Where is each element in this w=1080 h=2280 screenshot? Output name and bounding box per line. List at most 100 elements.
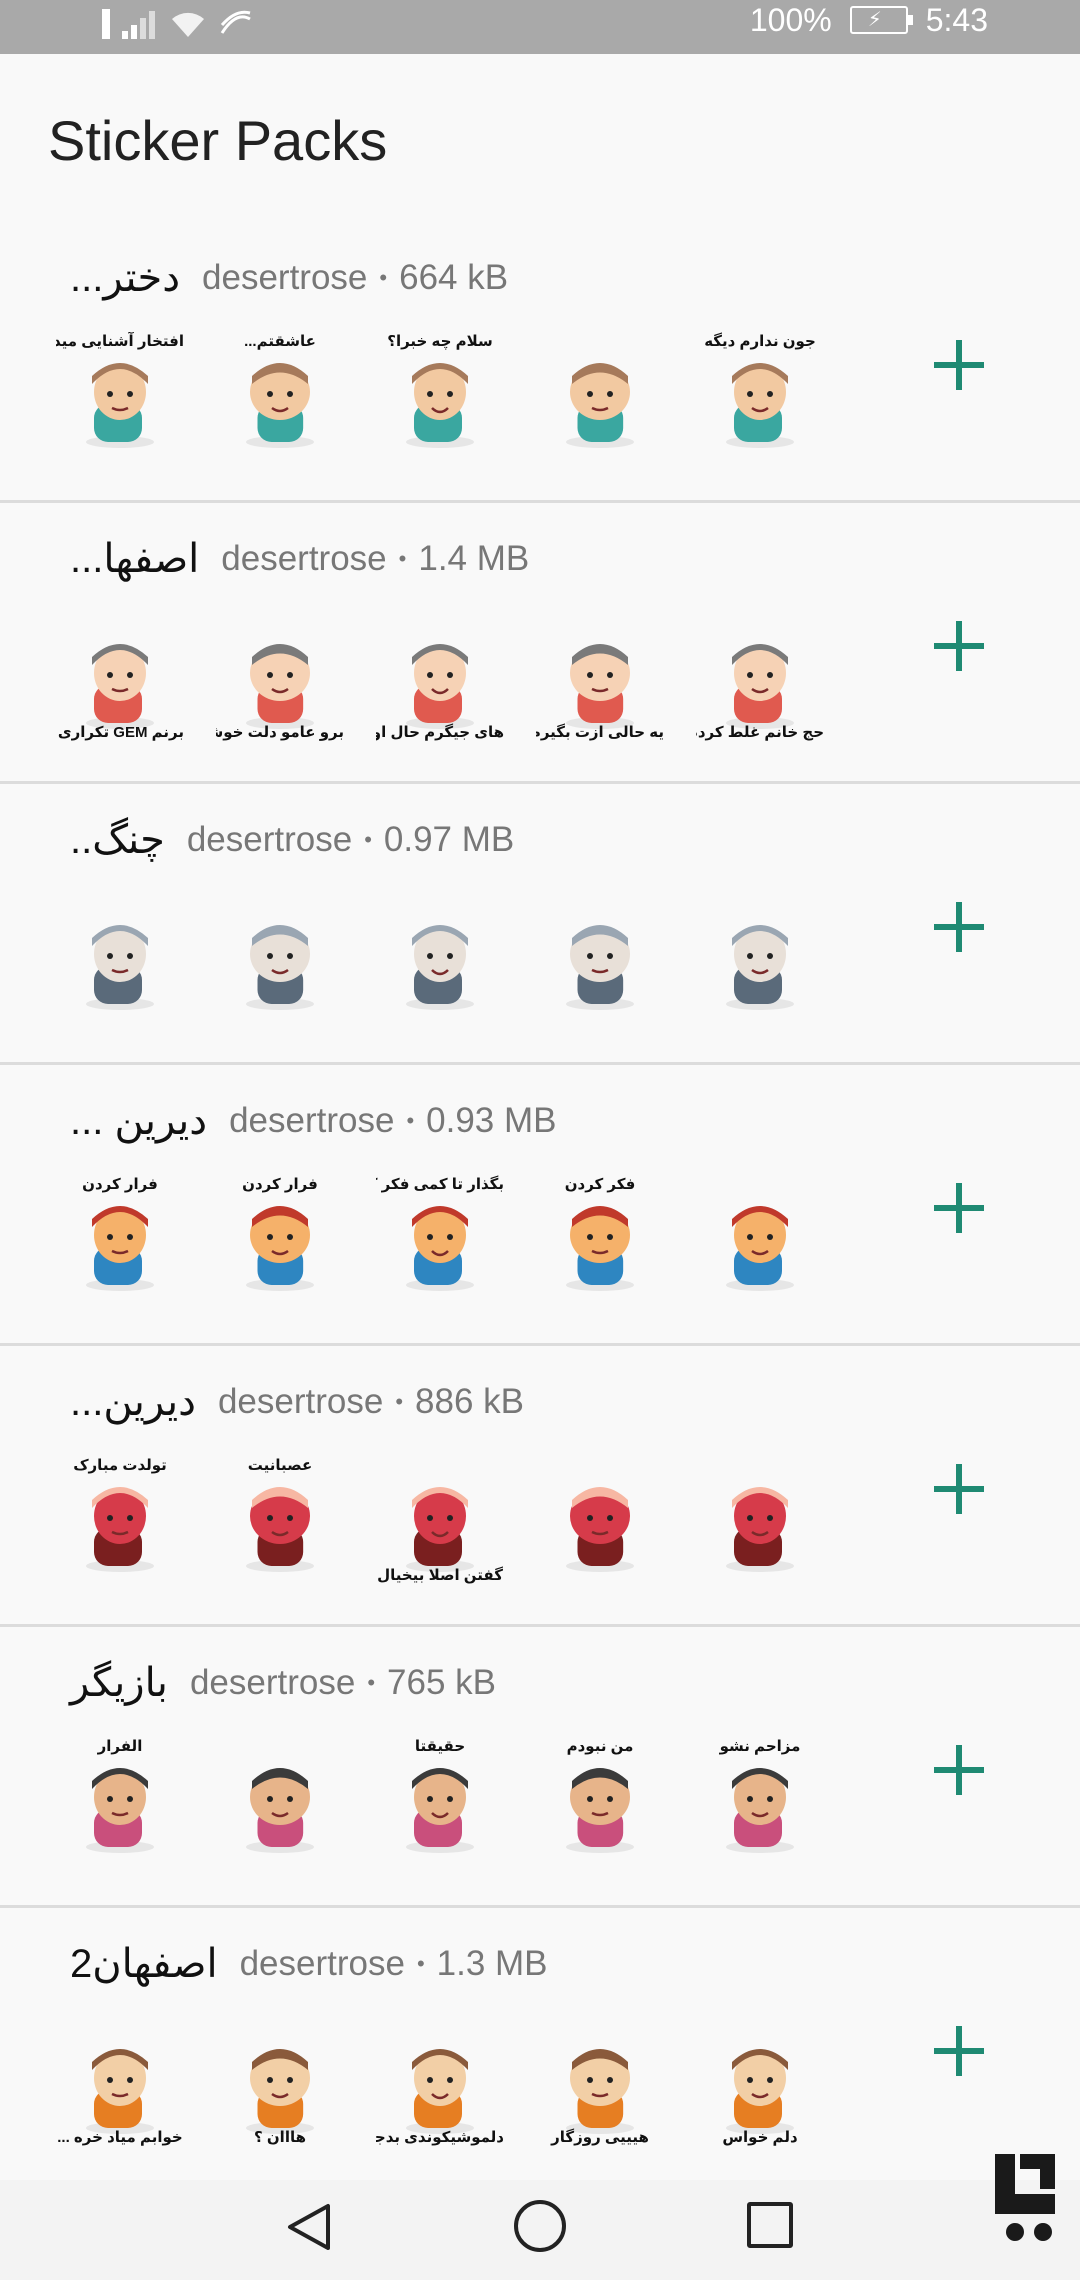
pack-header: چنگ.. desertrose • 0.97 MB: [70, 810, 514, 870]
sticker-caption: مزاحم نشو: [719, 1738, 801, 1755]
separator-dot: •: [379, 265, 388, 290]
sticker-pack-row[interactable]: چنگ.. desertrose • 0.97 MB: [0, 784, 1080, 1065]
sticker-preview[interactable]: تولدت مبارک: [64, 1456, 176, 1586]
sticker-preview[interactable]: گفتن اصلا بیخیال: [377, 1456, 503, 1586]
sticker-caption: الفرار: [97, 1738, 143, 1755]
sticker-preview-row: فرار کردن فرار کردن بگذار تا کمی فکر کنم…: [64, 1175, 816, 1305]
sticker-preview[interactable]: عاشقتم...: [224, 332, 336, 462]
sticker-pack-list: دختر... desertrose • 664 kB افتخار آشنای…: [0, 222, 1080, 2189]
sticker-pack-row[interactable]: دیرین... desertrose • 886 kB تولدت مبارک…: [0, 1346, 1080, 1627]
sticker-caption: تولدت مبارک: [73, 1457, 167, 1474]
sticker-preview[interactable]: های جیگرم حال اومد: [376, 613, 504, 743]
sticker-preview[interactable]: [224, 1737, 336, 1867]
separator-dot: •: [367, 1670, 376, 1695]
sticker-preview[interactable]: [544, 1456, 656, 1586]
sticker-preview[interactable]: مزاحم نشو: [704, 1737, 816, 1867]
pack-meta: desertrose • 1.4 MB: [221, 539, 529, 579]
pack-meta: desertrose • 0.93 MB: [229, 1101, 556, 1141]
pack-header: دیرین ... desertrose • 0.93 MB: [70, 1091, 557, 1151]
home-icon[interactable]: [514, 2200, 566, 2252]
separator-dot: •: [395, 1389, 404, 1414]
separator-dot: •: [416, 1951, 425, 1976]
sticker-preview[interactable]: فرار کردن: [64, 1175, 176, 1305]
sticker-pack-row[interactable]: دیرین ... desertrose • 0.93 MB فرار کردن…: [0, 1065, 1080, 1346]
sticker-pack-row[interactable]: اصفهان2 desertrose • 1.3 MB خوابم میاد خ…: [0, 1908, 1080, 2189]
sticker-preview-row: برنم GEM تکراری قسمتی برو عامو دلت خوشس …: [56, 613, 824, 743]
sticker-preview[interactable]: برو عامو دلت خوشس: [216, 613, 344, 743]
add-pack-plus-icon[interactable]: [934, 621, 984, 671]
add-pack-plus-icon[interactable]: [934, 2026, 984, 2076]
sticker-preview[interactable]: هیییی روزگار: [544, 2018, 656, 2148]
sticker-preview[interactable]: [704, 1175, 816, 1305]
sticker-preview[interactable]: فکر کردن: [544, 1175, 656, 1305]
pack-name: بازیگر: [70, 1661, 168, 1705]
sticker-preview[interactable]: [544, 332, 656, 462]
navigation-bar: [0, 2180, 1080, 2280]
sticker-pack-row[interactable]: اصفها... desertrose • 1.4 MB برنم GEM تک…: [0, 503, 1080, 784]
pack-publisher: desertrose: [217, 1382, 384, 1421]
separator-dot: •: [398, 546, 407, 571]
sticker-preview[interactable]: بگذار تا کمی فکر کنم: [376, 1175, 504, 1305]
back-icon[interactable]: [286, 2202, 332, 2257]
sticker-preview[interactable]: دلم خواس: [704, 2018, 816, 2148]
pack-header: دختر... desertrose • 664 kB: [70, 248, 508, 308]
add-pack-plus-icon[interactable]: [934, 902, 984, 952]
pack-size: 0.93 MB: [426, 1101, 557, 1140]
sticker-preview[interactable]: عصبانیت: [224, 1456, 336, 1586]
add-pack-plus-icon[interactable]: [934, 1464, 984, 1514]
pack-size: 1.4 MB: [418, 539, 530, 578]
signal-icon: [122, 9, 158, 44]
pack-meta: desertrose • 765 kB: [190, 1663, 496, 1703]
sticker-caption: جون ندارم دیگه: [704, 333, 816, 350]
sticker-caption: سلام چه خبرا؟: [387, 333, 493, 350]
sticker-preview[interactable]: دلموشیکوندی بدجور: [376, 2018, 504, 2148]
sticker-preview[interactable]: الفرار: [64, 1737, 176, 1867]
pack-name: اصفها...: [70, 537, 200, 581]
sticker-preview[interactable]: [64, 894, 176, 1024]
sticker-pack-row[interactable]: دختر... desertrose • 664 kB افتخار آشنای…: [0, 222, 1080, 503]
pack-header: اصفها... desertrose • 1.4 MB: [70, 529, 529, 589]
pack-meta: desertrose • 664 kB: [202, 258, 508, 298]
sticker-caption: بگذار تا کمی فکر کنم: [376, 1176, 504, 1193]
sticker-preview[interactable]: [704, 894, 816, 1024]
battery-icon: ⚡: [849, 6, 913, 34]
sticker-preview[interactable]: سلام چه خبرا؟: [384, 332, 496, 462]
add-pack-plus-icon[interactable]: [934, 340, 984, 390]
sticker-preview-row: الفرار حقیقتا من نبودم مزاحم نشو: [64, 1737, 816, 1867]
sticker-preview[interactable]: افتخار آشنایی میدی؟: [56, 332, 184, 462]
sticker-preview[interactable]: برنم GEM تکراری قسمتی: [56, 613, 184, 743]
sticker-caption: حج خانم غلط کردم: [696, 724, 824, 741]
sticker-preview[interactable]: فرار کردن: [224, 1175, 336, 1305]
pack-publisher: desertrose: [221, 539, 387, 578]
pack-publisher: desertrose: [189, 1663, 356, 1702]
nfc-icon: [218, 9, 254, 44]
sticker-preview[interactable]: [544, 894, 656, 1024]
sticker-preview[interactable]: [384, 894, 496, 1024]
sticker-caption: خوابم میاد خره ...: [57, 2129, 183, 2146]
separator-dot: •: [364, 827, 372, 852]
sticker-preview[interactable]: یه حالی ازت بگیرم من: [536, 613, 664, 743]
sticker-preview[interactable]: خوابم میاد خره ...: [57, 2018, 183, 2148]
sticker-caption: افتخار آشنایی میدی؟: [56, 333, 184, 350]
pack-meta: desertrose • 886 kB: [218, 1382, 524, 1422]
sticker-pack-row[interactable]: بازیگر desertrose • 765 kB الفرار حقیقتا: [0, 1627, 1080, 1908]
sticker-caption: های جیگرم حال اومد: [376, 724, 504, 741]
pack-size: 1.3 MB: [436, 1944, 548, 1983]
sticker-preview[interactable]: [224, 894, 336, 1024]
sticker-preview[interactable]: حج خانم غلط کردم: [696, 613, 824, 743]
sticker-preview[interactable]: هااان ؟: [224, 2018, 336, 2148]
site-logo-watermark: [975, 2144, 1075, 2254]
sticker-preview[interactable]: من نبودم: [544, 1737, 656, 1867]
sticker-preview[interactable]: جون ندارم دیگه: [704, 332, 816, 462]
pack-publisher: desertrose: [239, 1944, 405, 1983]
recents-icon[interactable]: [747, 2202, 793, 2248]
sticker-preview[interactable]: حقیقتا: [384, 1737, 496, 1867]
add-pack-plus-icon[interactable]: [934, 1745, 984, 1795]
pack-publisher: desertrose: [229, 1101, 395, 1140]
add-pack-plus-icon[interactable]: [934, 1183, 984, 1233]
sticker-caption: من نبودم: [566, 1738, 634, 1755]
pack-header: بازیگر desertrose • 765 kB: [70, 1653, 496, 1713]
sticker-caption: هیییی روزگار: [551, 2129, 649, 2146]
sticker-preview[interactable]: [704, 1456, 816, 1586]
battery-percent: 100%: [749, 1, 832, 38]
